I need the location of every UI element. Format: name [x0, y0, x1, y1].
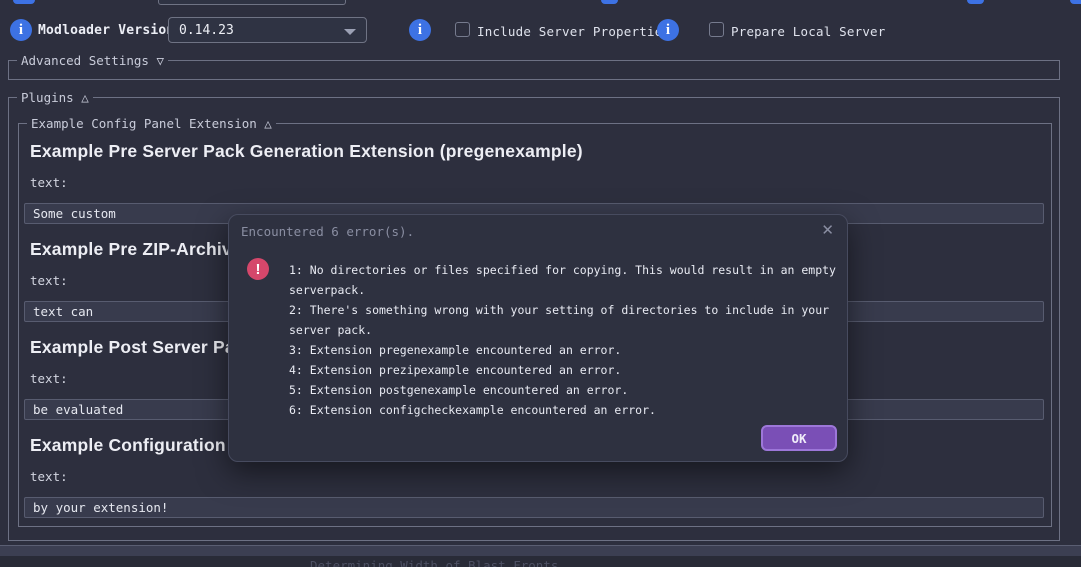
ok-button[interactable]: OK — [761, 425, 837, 451]
include-server-properties-checkbox[interactable] — [455, 22, 470, 37]
chevron-down-icon — [344, 29, 356, 35]
modloader-version-select[interactable]: 0.14.23 — [168, 17, 367, 43]
error-item: 1: No directories or files specified for… — [289, 260, 849, 300]
configcheck-text-value: by your extension! — [33, 500, 168, 515]
error-item: 2: There's something wrong with your set… — [289, 300, 849, 340]
modloader-version-value: 0.14.23 — [179, 23, 234, 38]
include-server-properties-label: Include Server Properties — [477, 24, 670, 39]
status-bar: Determining Width of Blast Fronts — [0, 556, 1081, 567]
pregen-text-label: text: — [30, 175, 68, 190]
info-icon — [13, 0, 35, 4]
modloader-version-label: Modloader Version — [38, 23, 174, 38]
info-icon — [1070, 0, 1081, 4]
error-item: 5: Extension postgenexample encountered … — [289, 380, 849, 400]
pregen-extension-heading: Example Pre Server Pack Generation Exten… — [30, 141, 583, 162]
error-item: 3: Extension pregenexample encountered a… — [289, 340, 849, 360]
error-item: 6: Extension configcheckexample encounte… — [289, 400, 849, 420]
panel-bottom-edge — [0, 545, 1081, 556]
prezip-text-value: text can — [33, 304, 93, 319]
postgen-text-label: text: — [30, 371, 68, 386]
configcheck-text-input[interactable]: by your extension! — [24, 497, 1044, 518]
config-panel-extension-toggle[interactable]: Example Config Panel Extension △ — [27, 116, 276, 131]
prezip-text-label: text: — [30, 273, 68, 288]
plugins-toggle[interactable]: Plugins △ — [17, 90, 93, 105]
error-dialog: Encountered 6 error(s). ✕ ! 1: No direct… — [228, 214, 848, 462]
error-dialog-title: Encountered 6 error(s). — [241, 224, 414, 239]
pregen-text-value: Some custom — [33, 206, 116, 221]
serverpackcreator-window: i Modloader Version 0.14.23 i Include Se… — [0, 0, 1081, 567]
error-item: 4: Extension prezipexample encountered a… — [289, 360, 849, 380]
close-icon[interactable]: ✕ — [821, 221, 834, 239]
postgen-text-value: be evaluated — [33, 402, 123, 417]
info-icon[interactable]: i — [10, 19, 32, 41]
advanced-settings-toggle[interactable]: Advanced Settings ▽ — [17, 53, 168, 68]
info-icon[interactable]: i — [657, 19, 679, 41]
configcheck-extension-heading: Example Configuration C — [30, 435, 244, 456]
info-icon[interactable]: i — [409, 19, 431, 41]
prepare-local-server-checkbox[interactable] — [709, 22, 724, 37]
info-icon — [601, 0, 618, 4]
error-icon: ! — [247, 258, 269, 280]
prepare-local-server-label: Prepare Local Server — [731, 24, 886, 39]
advanced-settings-panel: Advanced Settings ▽ — [8, 60, 1060, 80]
postgen-extension-heading: Example Post Server Pa — [30, 337, 235, 358]
info-icon — [967, 0, 984, 4]
status-ticker-text: Determining Width of Blast Fronts — [310, 558, 558, 567]
error-list: 1: No directories or files specified for… — [289, 260, 849, 420]
prezip-extension-heading: Example Pre ZIP-Archiv — [30, 239, 232, 260]
configcheck-text-label: text: — [30, 469, 68, 484]
clipped-input-field — [158, 0, 346, 5]
